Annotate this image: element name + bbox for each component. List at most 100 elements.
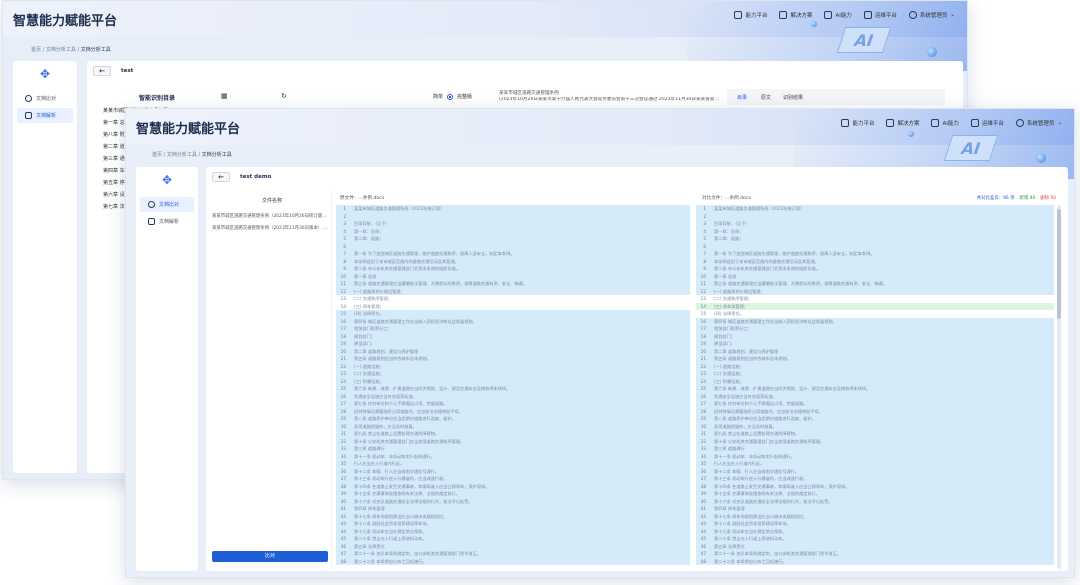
line-number: 23 [340,371,346,376]
line-text: 第二条 市公安机关交通管理部门负责本条例的组织实施。 [354,266,461,271]
compare-icon [25,95,32,102]
nav-platform[interactable]: 能力平台 [841,119,874,127]
line-number: 30 [340,423,346,429]
option-full[interactable]: 完整版 [457,93,472,100]
line-number: 27 [700,401,706,406]
option-simple[interactable]: 简单 [433,93,443,100]
nav-label: 解决方案 [897,121,920,127]
line-text: 第十五条 交通事故处理依照有关法律、法规的规定执行。 [354,491,461,496]
nav-ops[interactable]: 运维平台 [863,11,897,19]
line-number: 48 [700,558,706,564]
sidebar-item-parse[interactable]: 文档解析 [17,108,73,123]
line-text: 第七条 任何单位和个人不得擅自占用、挖掘道路。 [354,401,448,406]
sidebar-item-parse[interactable]: 文档解析 [140,214,194,229]
diff-row: 2 [696,212,1054,220]
diff-row: 43 第十八条 鼓励社会资本投资建设停车场。 [336,520,690,528]
line-number: 19 [700,341,706,346]
grid-icon [841,119,850,127]
tab-original[interactable]: 原文 [761,94,771,101]
line-number: 10 [700,273,706,279]
ai-icon [931,119,940,127]
nav-platform[interactable]: 能力平台 [734,11,767,19]
line-text: (四) 法律责任。 [714,311,744,316]
scrollbar-thumb[interactable] [1057,209,1061,319]
diff-row: 17 相关部门职责分工： [696,325,1054,333]
nav-label: 解决方案 [790,13,813,19]
line-text: 第五条 道路规划应当符合城市总体规划。 [714,356,791,361]
line-text: 第二十一条 违反本条例规定的，由公安机关交通管理部门责令改正。 [714,551,841,556]
line-text: 第十条 公安机关交通管理部门应当加强道路交通秩序管理。 [354,438,465,444]
line-number: 11 [700,281,706,286]
compare-button[interactable]: 比对 [212,551,328,562]
breadcrumb-home[interactable]: 首页 [31,47,41,53]
diff-stats: 共对比差异：96 项 新增 46 删除 50 [977,195,1056,201]
diff-row: 39 第十五条 交通事故处理依照有关法律、法规的规定执行。 [696,490,1054,498]
nav-solutions[interactable]: 解决方案 [779,11,812,19]
back-button[interactable]: ← [212,172,230,182]
diff-row: 34 第十一条 机动车、非机动车实行右侧通行。 [696,452,1054,460]
grid-icon [734,11,743,19]
nav-ops[interactable]: 运维平台 [970,119,1004,127]
diff-row: 37 第十三条 机动车行经人行横道时，应当减速行驶。 [696,475,1054,483]
nav-ai[interactable]: AI能力 [931,119,959,127]
diff-row: 26 交通安全设施应当符合国家标准。 [336,392,690,400]
back-button[interactable]: ← [93,66,111,76]
line-number: 25 [340,386,346,391]
file-item[interactable]: 某某市城区道路交通管理条例（2023年10月26日修订版）.docx [212,213,328,219]
radio-icon[interactable] [447,93,454,100]
diff-row: 40 第十六条 对违反道路交通安全法律法规的行为，依法予以处罚。 [696,497,1054,505]
line-text: 第二章 道路规划、建设与养护管理 [714,348,779,354]
line-number: 3 [343,221,346,226]
line-text: 第四条 城区道路交通管理工作应当纳入国民经济和社会发展规划。 [354,318,477,324]
nav-ai[interactable]: AI能力 [824,11,852,19]
line-text: 第一章 总则 [354,273,377,279]
ai-graphic: AI [943,135,999,161]
line-number: 34 [340,453,346,459]
breadcrumb-tool[interactable]: 文档分析工具 [46,47,76,53]
diff-row: 33 第三章 道路通行 [336,445,690,453]
chevron-down-icon: ⌄ [1057,120,1062,126]
line-text: 因特殊情况需要临时占用道路的，应当依法办理审批手续。 [354,408,463,414]
line-number: 24 [700,378,706,384]
line-text: (一) 道路设施； [354,363,384,369]
line-text: (三) 附属设施。 [714,378,744,384]
breadcrumb-tool[interactable]: 文档分析工具 [167,152,197,158]
refresh-icon[interactable]: ↻ [281,92,287,100]
line-text: 第十五条 交通事故处理依照有关法律、法规的规定执行。 [714,491,821,496]
top-bar: AI 智慧能力赋能平台 能力平台 解决方案 AI能力 运维平台 系统管理员 ⌄ [3,1,967,71]
breadcrumb-home[interactable]: 首页 [152,152,162,158]
line-number: 44 [340,528,346,534]
tab-toc[interactable]: 目录 [737,94,747,101]
line-number: 43 [700,521,706,526]
scrollbar[interactable] [1057,205,1061,569]
line-text: 第五章 法律责任 [714,543,745,549]
line-text: (一) 道路规划与建设管理； [354,288,405,294]
doc-header: 某某市城区道路交通管理条例 (2023年10月26日某某市第十六届人民代表大会常… [499,91,721,103]
line-number: 41 [340,506,346,511]
diff-row: 13 (二) 交通秩序管理； [336,295,690,303]
file-item[interactable]: 某某市城区道路交通管理条例（2023年11月30日版本）.docx [212,225,328,231]
line-text: (一) 道路规划与建设管理； [714,288,765,294]
line-text: (四) 法律责任。 [354,311,384,316]
line-number: 32 [700,438,706,444]
tab-result[interactable]: 识别结果 [783,94,803,101]
content-tabs [727,89,945,105]
nav-user[interactable]: 系统管理员 ⌄ [1015,119,1062,127]
sidebar-item-compare[interactable]: 文档比对 [140,197,194,212]
line-number: 29 [340,416,346,421]
sidebar-item-compare[interactable]: 文档比对 [17,91,73,106]
calendar-icon[interactable]: ▦ [221,92,228,100]
line-text: 交通安全设施应当符合国家标准。 [354,393,417,399]
nav-solutions[interactable]: 解决方案 [886,119,919,127]
sidebar: ✥ 文档比对 文档解析 [13,61,77,473]
file-list-panel: 文件名称 某某市城区道路交通管理条例（2023年10月26日修订版）.docx … [206,191,332,569]
nav-user[interactable]: 系统管理员 ⌄ [908,11,955,19]
doc-icon [25,112,32,119]
line-text: 行人应当在人行道内行走。 [714,461,765,466]
line-number: 25 [700,386,706,391]
line-number: 26 [340,393,346,399]
line-number: 14 [340,303,346,309]
line-text: 第三章 道路通行 [354,446,385,451]
line-number: 20 [700,348,706,354]
sidebar-item-label: 文档解析 [36,113,57,119]
